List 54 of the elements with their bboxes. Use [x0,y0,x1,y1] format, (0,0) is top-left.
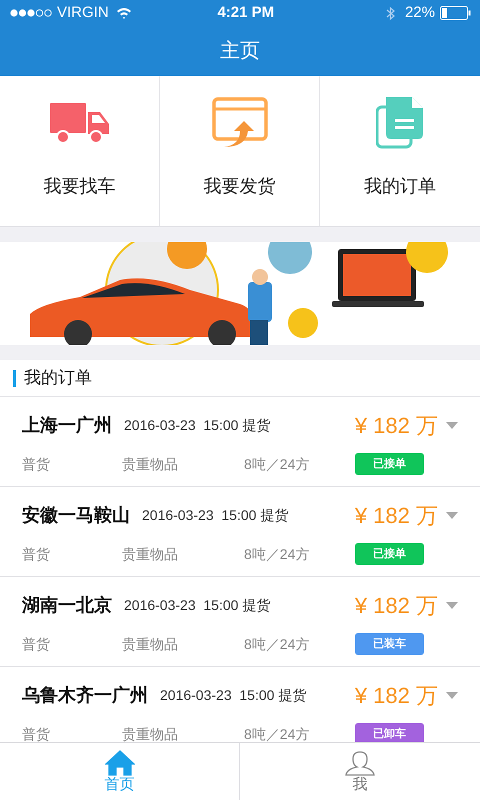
cargo-type: 普货 [22,454,51,474]
cargo-size: 8吨／24方 [244,454,310,474]
pickup-time: 2016-03-23 15:00 提货 [124,416,270,434]
cargo-type: 普货 [22,724,51,742]
truck-icon [50,103,110,143]
pickup-time: 2016-03-23 15:00 提货 [160,686,306,704]
order-row[interactable]: 湖南一北京 2016-03-23 15:00 提货 ¥ 182 万 普货 贵重物品 8吨／24方 已装车 [0,577,480,667]
cargo-size: 8吨／24方 [244,724,310,742]
section-marker [13,370,16,386]
dropdown-icon[interactable] [446,692,458,698]
battery-icon [440,6,471,20]
status-badge: 已接单 [355,543,424,565]
tab-button[interactable]: 我 [240,743,480,800]
order-row[interactable]: 上海一广州 2016-03-23 15:00 提货 ¥ 182 万 普货 贵重物品 8吨／24方 已接单 [0,397,480,487]
status-badge: 已接单 [355,453,424,475]
battery-percent: 22% [404,2,435,23]
shortcut-button[interactable]: 我要发货 [160,76,320,226]
cargo-name: 贵重物品 [122,544,179,564]
order-route: 乌鲁木齐一广州 [22,684,148,706]
signal-icon [9,8,53,18]
cargo-name: 贵重物品 [122,634,179,654]
order-price: ¥ 182 万 [354,592,438,620]
upload-window-icon [212,97,268,149]
order-price: ¥ 182 万 [354,412,438,440]
status-badge: 已卸车 [355,723,424,742]
status-badge: 已装车 [355,633,424,655]
page-title: 主页 [220,39,260,64]
cargo-type: 普货 [22,634,51,654]
pickup-time: 2016-03-23 15:00 提货 [124,596,270,614]
order-row[interactable]: 安徽一马鞍山 2016-03-23 15:00 提货 ¥ 182 万 普货 贵重物品 8吨／24方 已接单 [0,487,480,577]
dropdown-icon[interactable] [446,602,458,608]
cargo-size: 8吨／24方 [244,544,310,564]
order-route: 上海一广州 [22,414,112,436]
order-route: 湖南一北京 [22,594,112,616]
cargo-name: 贵重物品 [122,454,179,474]
wifi-icon [116,7,132,19]
cargo-type: 普货 [22,544,51,564]
cargo-name: 贵重物品 [122,724,179,742]
home-icon [104,750,134,776]
bluetooth-icon [386,6,395,20]
clock-time: 4:21 PM [216,2,276,23]
shortcut-button[interactable]: 我的订单 [320,76,480,226]
pickup-time: 2016-03-23 15:00 提货 [142,506,288,524]
documents-icon [376,97,424,149]
dropdown-icon[interactable] [446,422,458,428]
person-icon [345,750,375,776]
order-price: ¥ 182 万 [354,682,438,710]
cargo-size: 8吨／24方 [244,634,310,654]
carrier-name: VIRGIN [57,2,109,23]
order-route: 安徽一马鞍山 [22,504,130,526]
section-title: 我的订单 [24,367,92,390]
dropdown-icon[interactable] [446,512,458,518]
shortcut-button[interactable]: 我要找车 [0,76,160,226]
order-price: ¥ 182 万 [354,502,438,530]
